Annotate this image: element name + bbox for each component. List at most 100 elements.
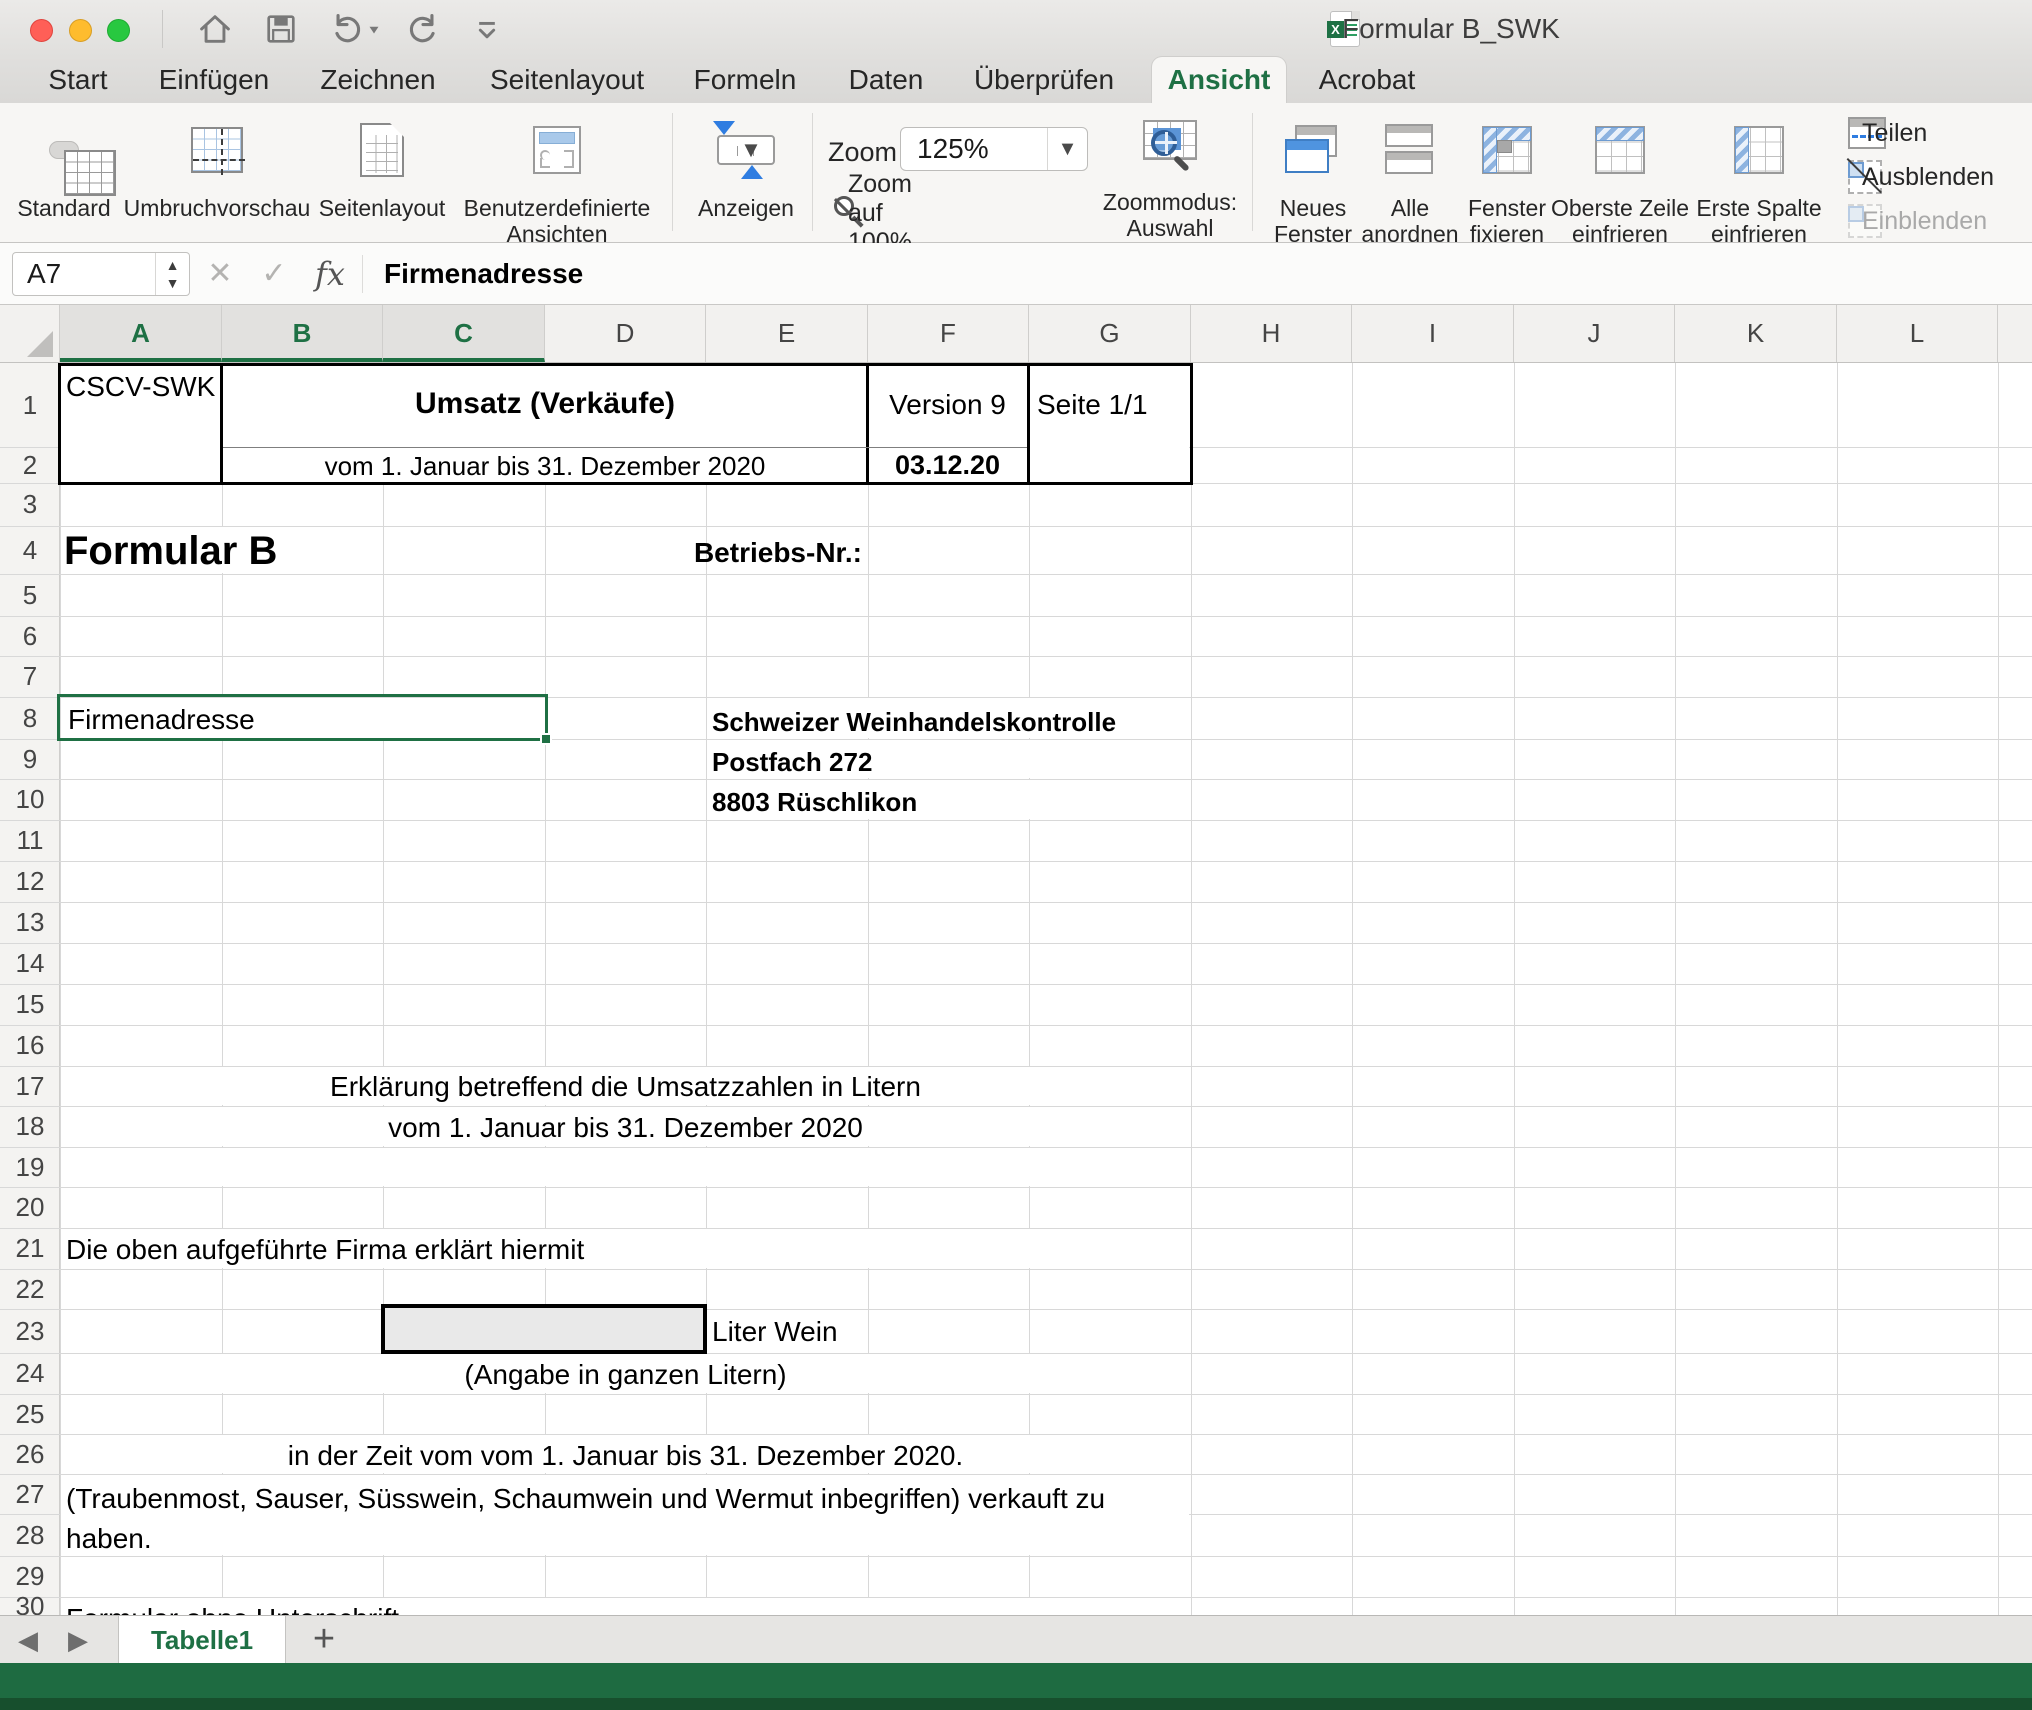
row-header-1[interactable]: 1 <box>0 363 60 447</box>
view-seitenlayout-button[interactable]: Seitenlayout <box>312 109 452 241</box>
row-header-19[interactable]: 19 <box>0 1147 60 1187</box>
undo-icon[interactable] <box>328 10 366 48</box>
tab-zeichnen[interactable]: Zeichnen <box>318 57 438 103</box>
column-header-G[interactable]: G <box>1029 305 1191 362</box>
row-header-8[interactable]: 8 <box>0 697 60 739</box>
row-header-5[interactable]: 5 <box>0 574 60 616</box>
cell-A4-formular[interactable]: Formular B <box>64 529 277 574</box>
name-box[interactable]: A7 ▲ ▼ <box>12 252 190 296</box>
row-header-18[interactable]: 18 <box>0 1106 60 1147</box>
spreadsheet-grid[interactable]: CSCV-SWK Umsatz (Verkäufe) Version 9 Sei… <box>0 363 2032 1615</box>
tab-acrobat[interactable]: Acrobat <box>1312 57 1422 103</box>
row-header-15[interactable]: 15 <box>0 984 60 1025</box>
cell-A27-getraenke[interactable]: (Traubenmost, Sauser, Süsswein, Schaumwe… <box>66 1479 1171 1559</box>
tab-daten[interactable]: Daten <box>838 57 934 103</box>
view-umbruchvorschau-button[interactable]: Umbruchvorschau <box>122 109 312 241</box>
row-header-24[interactable]: 24 <box>0 1353 60 1394</box>
cell-A1[interactable]: CSCV-SWK <box>66 369 216 405</box>
undo-dropdown-icon[interactable] <box>366 10 384 48</box>
minimize-window-button[interactable] <box>69 19 92 42</box>
insert-function-icon[interactable]: fx <box>308 252 352 296</box>
ribbon-collapse-icon[interactable] <box>468 10 506 48</box>
row-header-16[interactable]: 16 <box>0 1025 60 1066</box>
row-header-9[interactable]: 9 <box>0 739 60 779</box>
select-all-corner[interactable] <box>0 305 60 363</box>
column-header-J[interactable]: J <box>1514 305 1675 362</box>
cell-F1-version[interactable]: Version 9 <box>870 389 1025 421</box>
redo-icon[interactable] <box>404 10 442 48</box>
stepper-up-icon[interactable]: ▲ <box>156 258 189 272</box>
row-header-10[interactable]: 10 <box>0 779 60 820</box>
column-header-H[interactable]: H <box>1191 305 1352 362</box>
row-header-20[interactable]: 20 <box>0 1187 60 1228</box>
tab-formeln[interactable]: Formeln <box>688 57 802 103</box>
row-header-14[interactable]: 14 <box>0 943 60 984</box>
column-header-K[interactable]: K <box>1675 305 1837 362</box>
column-header-L[interactable]: L <box>1837 305 1998 362</box>
tab-start[interactable]: Start <box>40 57 116 103</box>
cell-A26-zeit[interactable]: in der Zeit vom vom 1. Januar bis 31. De… <box>60 1440 1191 1472</box>
row-header-12[interactable]: 12 <box>0 861 60 902</box>
save-icon[interactable] <box>262 10 300 48</box>
split-button[interactable]: Teilen <box>1848 111 1886 155</box>
liter-entry-box[interactable] <box>381 1304 707 1354</box>
name-box-stepper[interactable]: ▲ ▼ <box>155 253 189 295</box>
cell-A21-firma-erklaert[interactable]: Die oben aufgeführte Firma erklärt hierm… <box>66 1234 584 1266</box>
add-sheet-button[interactable]: + <box>300 1616 348 1664</box>
zoom-100-button[interactable]: Zoom auf 100% <box>834 191 868 235</box>
column-header-E[interactable]: E <box>706 305 868 362</box>
row-header-28[interactable]: 28 <box>0 1514 60 1556</box>
sheet-nav-left-icon[interactable]: ◀ <box>8 1616 48 1664</box>
sheet-tab-tabelle1[interactable]: Tabelle1 <box>118 1616 286 1664</box>
arrange-all-button[interactable]: Alle anordnen <box>1360 109 1460 241</box>
zoom-mode-button[interactable]: Zoommodus: Auswahl <box>1095 109 1245 241</box>
freeze-first-column-button[interactable]: Erste Spalte einfrieren <box>1686 109 1832 241</box>
cancel-icon[interactable]: ✕ <box>198 252 242 296</box>
close-window-button[interactable] <box>30 19 53 42</box>
cell-E23-liter-wein[interactable]: Liter Wein <box>712 1316 838 1348</box>
tab-ueberpruefen[interactable]: Überprüfen <box>968 57 1120 103</box>
row-header-17[interactable]: 17 <box>0 1066 60 1106</box>
tab-seitenlayout[interactable]: Seitenlayout <box>490 57 642 103</box>
cell-A30-ohne-unterschrift[interactable]: Formular ohne Unterschrift <box>66 1603 399 1615</box>
row-header-22[interactable]: 22 <box>0 1269 60 1309</box>
row-header-11[interactable]: 11 <box>0 820 60 861</box>
row-header-26[interactable]: 26 <box>0 1434 60 1474</box>
row-header-2[interactable]: 2 <box>0 447 60 483</box>
cell-F2-date[interactable]: 03.12.20 <box>870 450 1025 481</box>
column-header-B[interactable]: B <box>222 305 383 362</box>
column-header-A[interactable]: A <box>60 305 222 362</box>
cell-B1-title[interactable]: Umsatz (Verkäufe) <box>225 387 865 421</box>
column-header-F[interactable]: F <box>868 305 1029 362</box>
row-header-25[interactable]: 25 <box>0 1394 60 1434</box>
active-cell-selection[interactable] <box>57 694 548 741</box>
confirm-icon[interactable]: ✓ <box>252 252 296 296</box>
row-header-13[interactable]: 13 <box>0 902 60 943</box>
column-header-I[interactable]: I <box>1352 305 1514 362</box>
stepper-down-icon[interactable]: ▼ <box>156 276 189 290</box>
cell-G1-page[interactable]: Seite 1/1 <box>1037 389 1148 421</box>
column-header-C[interactable]: C <box>383 305 545 362</box>
zoom-level-combobox[interactable]: 125% ▼ <box>900 127 1088 171</box>
fill-handle[interactable] <box>540 733 552 745</box>
cell-A17-erklaerung[interactable]: Erklärung betreffend die Umsatzzahlen in… <box>60 1071 1191 1103</box>
freeze-top-row-button[interactable]: Oberste Zeile einfrieren <box>1546 109 1694 241</box>
row-header-23[interactable]: 23 <box>0 1309 60 1353</box>
unhide-button[interactable]: Einblenden <box>1848 199 1882 243</box>
custom-views-button[interactable]: Benutzerdefinierte Ansichten <box>447 109 667 241</box>
column-header-D[interactable]: D <box>545 305 706 362</box>
new-window-button[interactable]: Neues Fenster <box>1258 109 1368 241</box>
row-header-30[interactable]: 30 <box>0 1597 60 1615</box>
cell-B2-subtitle[interactable]: vom 1. Januar bis 31. Dezember 2020 <box>225 451 865 482</box>
row-header-21[interactable]: 21 <box>0 1228 60 1269</box>
row-header-27[interactable]: 27 <box>0 1474 60 1514</box>
row-header-6[interactable]: 6 <box>0 616 60 656</box>
home-icon[interactable] <box>196 10 234 48</box>
tab-ansicht[interactable]: Ansicht <box>1152 57 1286 103</box>
cell-A24-angabe[interactable]: (Angabe in ganzen Litern) <box>60 1359 1191 1391</box>
row-header-3[interactable]: 3 <box>0 483 60 526</box>
sheet-nav-right-icon[interactable]: ▶ <box>58 1616 98 1664</box>
tab-einfuegen[interactable]: Einfügen <box>156 57 272 103</box>
cell-A18-zeitraum[interactable]: vom 1. Januar bis 31. Dezember 2020 <box>60 1112 1191 1144</box>
row-header-7[interactable]: 7 <box>0 656 60 697</box>
